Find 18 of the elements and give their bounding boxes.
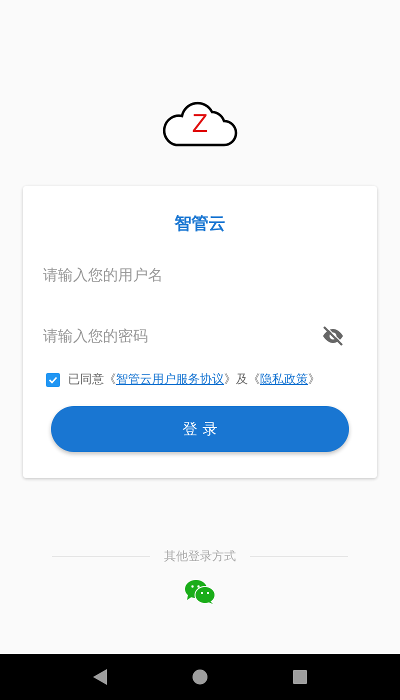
nav-button[interactable] — [293, 670, 308, 684]
checkmark-icon — [48, 374, 58, 384]
eye-off-icon[interactable] — [321, 324, 345, 348]
nav-button[interactable] — [92, 669, 107, 685]
chat-bubbles-icon[interactable] — [184, 579, 216, 605]
agreement-link[interactable]: 隐私政策 — [260, 372, 308, 386]
home-icon — [192, 669, 208, 685]
agreement-link[interactable]: 智管云用户服务协议 — [116, 372, 224, 386]
agreement-checkbox[interactable] — [46, 372, 60, 386]
back-icon — [92, 669, 107, 685]
agreement-text: 已同意《智管云用户服务协议》及《隐私政策》 — [68, 371, 320, 388]
login-button[interactable]: 登 录 — [51, 406, 349, 452]
nav-button[interactable] — [192, 669, 208, 685]
app-title: 智管云 — [173, 213, 226, 235]
password-field[interactable]: 请输入您的密码 — [43, 327, 321, 345]
recents-icon — [293, 670, 308, 684]
username-field[interactable]: 请输入您的用户名 — [43, 266, 357, 284]
other-login-label: 其他登录方式 — [164, 548, 236, 565]
